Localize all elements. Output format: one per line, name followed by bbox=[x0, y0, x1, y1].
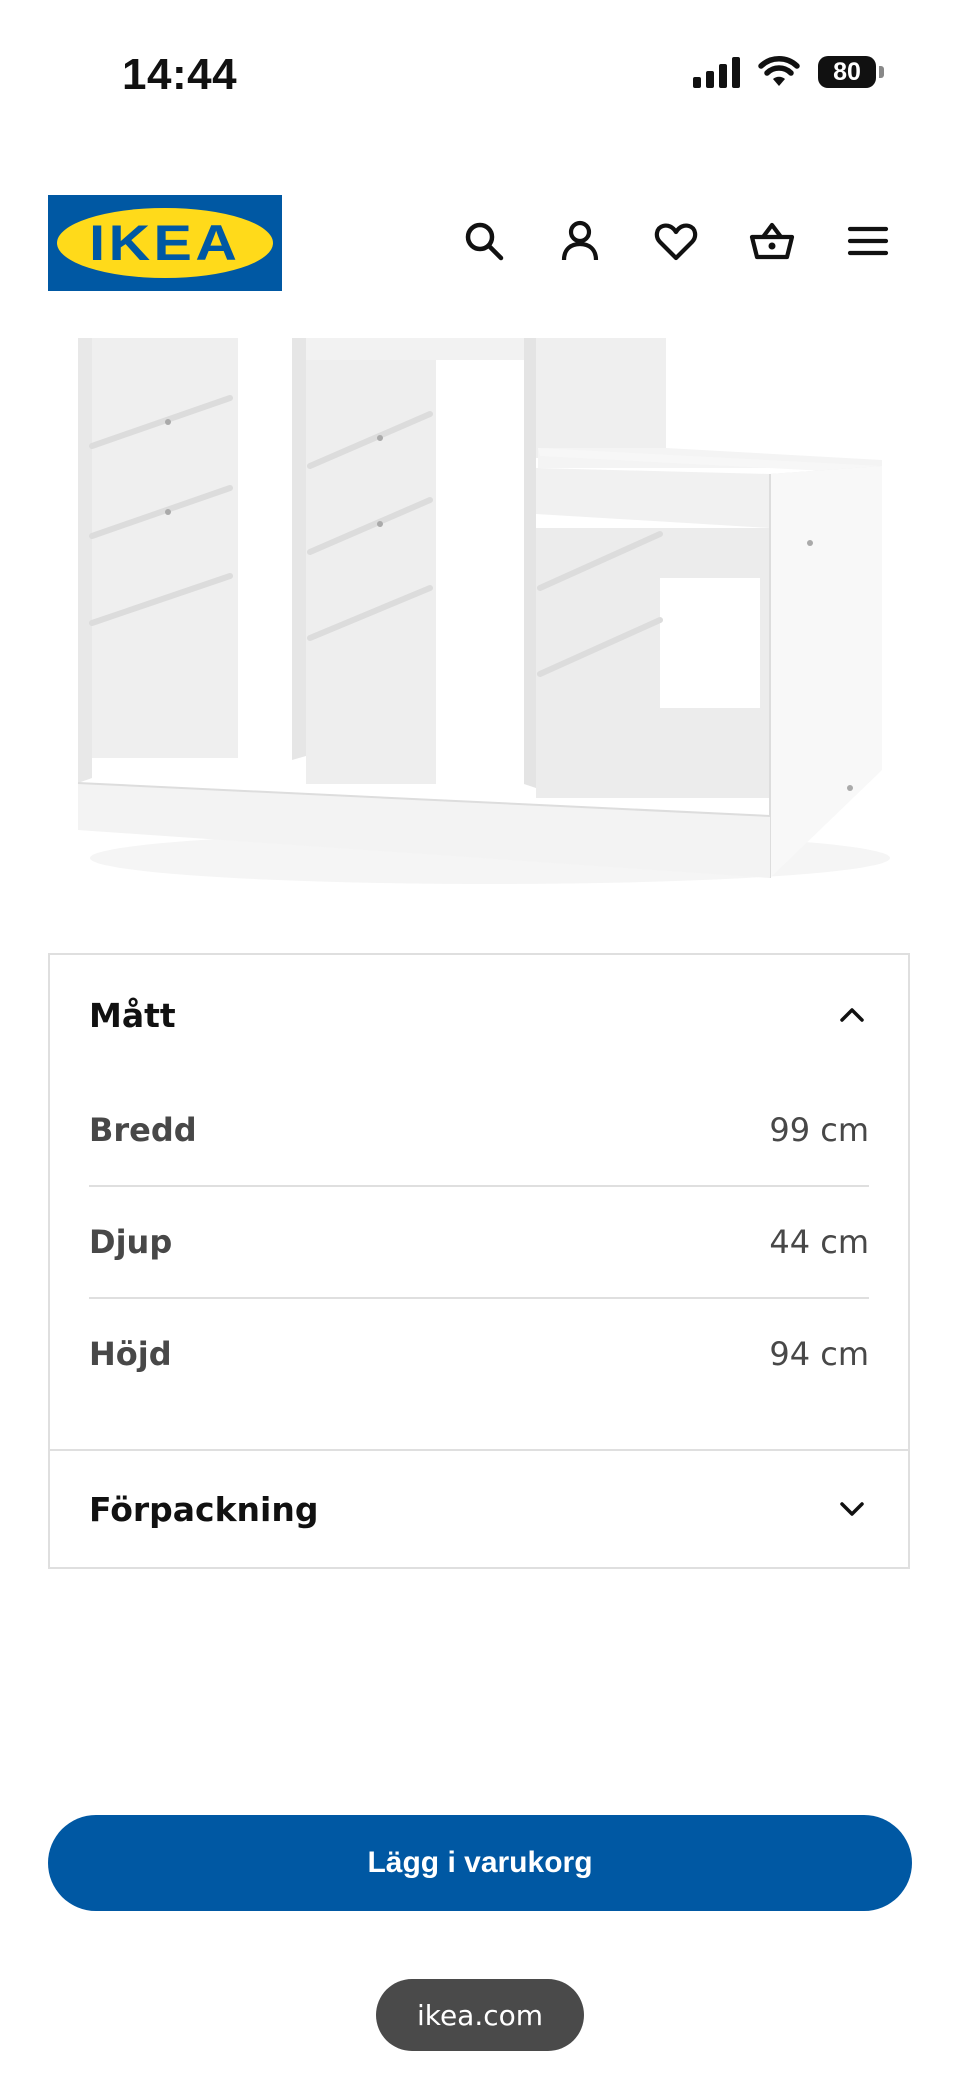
status-bar: 14:44 80 bbox=[0, 0, 960, 150]
dimension-value: 99 cm bbox=[769, 1111, 869, 1149]
product-details-accordion: Mått Bredd 99 cm Djup 44 cm Höjd 94 cm F… bbox=[48, 953, 910, 1569]
header-icons bbox=[460, 217, 892, 265]
menu-icon[interactable] bbox=[844, 217, 892, 265]
logo-text: IKEA bbox=[89, 215, 241, 271]
dimension-label: Djup bbox=[89, 1223, 173, 1261]
dimensions-title: Mått bbox=[89, 995, 176, 1035]
dimension-label: Bredd bbox=[89, 1111, 197, 1149]
status-time: 14:44 bbox=[122, 50, 238, 99]
dimensions-header[interactable]: Mått bbox=[50, 955, 908, 1075]
packaging-title: Förpackning bbox=[89, 1489, 319, 1529]
product-image bbox=[70, 338, 890, 884]
add-to-cart-button[interactable]: Lägg i varukorg bbox=[48, 1815, 912, 1911]
dimension-row-width: Bredd 99 cm bbox=[89, 1075, 869, 1187]
search-icon[interactable] bbox=[460, 217, 508, 265]
account-icon[interactable] bbox=[556, 217, 604, 265]
basket-icon[interactable] bbox=[748, 217, 796, 265]
chevron-up-icon[interactable] bbox=[834, 997, 870, 1033]
dimension-row-depth: Djup 44 cm bbox=[89, 1187, 869, 1299]
wifi-icon bbox=[758, 56, 800, 86]
ikea-logo[interactable]: IKEA bbox=[48, 195, 282, 291]
status-indicators: 80 bbox=[693, 56, 884, 88]
site-header: IKEA bbox=[0, 195, 960, 291]
browser-url-pill[interactable]: ikea.com bbox=[376, 1979, 584, 2051]
dimension-value: 94 cm bbox=[769, 1335, 869, 1373]
dimensions-list: Bredd 99 cm Djup 44 cm Höjd 94 cm bbox=[50, 1075, 908, 1449]
heart-icon[interactable] bbox=[652, 217, 700, 265]
url-text: ikea.com bbox=[416, 1998, 544, 2032]
page: 14:44 80 IKEA Mått Bredd 99 cm Djup 44 c… bbox=[0, 0, 960, 2087]
logo-oval: IKEA bbox=[57, 208, 273, 278]
chevron-down-icon[interactable] bbox=[834, 1491, 870, 1527]
dimension-label: Höjd bbox=[89, 1335, 172, 1373]
packaging-header[interactable]: Förpackning bbox=[50, 1449, 908, 1567]
dimension-value: 44 cm bbox=[769, 1223, 869, 1261]
battery-level: 80 bbox=[833, 57, 861, 86]
signal-icon bbox=[693, 56, 740, 88]
dimension-row-height: Höjd 94 cm bbox=[89, 1299, 869, 1409]
battery-icon: 80 bbox=[818, 56, 884, 88]
